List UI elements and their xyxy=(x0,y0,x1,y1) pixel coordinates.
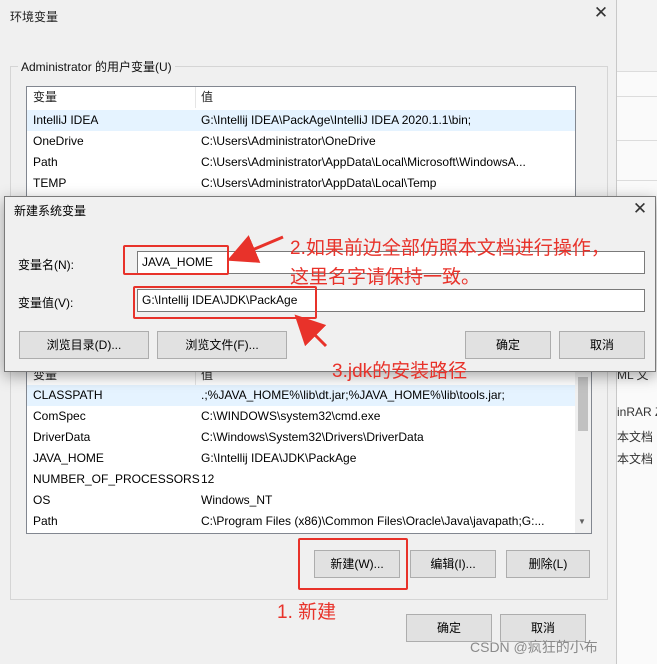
annotation-arrows xyxy=(226,235,328,348)
annotation-note-2: 2.如果前边全部仿照本文档进行操作， xyxy=(290,238,610,259)
annotation-note-3: 3.jdk的安装路径 xyxy=(332,361,468,382)
arrow-to-value-icon xyxy=(294,314,328,348)
annotation-note-2b: 这里名字请保持一致。 xyxy=(290,267,481,288)
watermark: CSDN @疯狂的小布 xyxy=(470,639,598,655)
annotation-note-1: 1. 新建 xyxy=(277,602,337,623)
arrow-to-name-icon xyxy=(226,235,284,263)
